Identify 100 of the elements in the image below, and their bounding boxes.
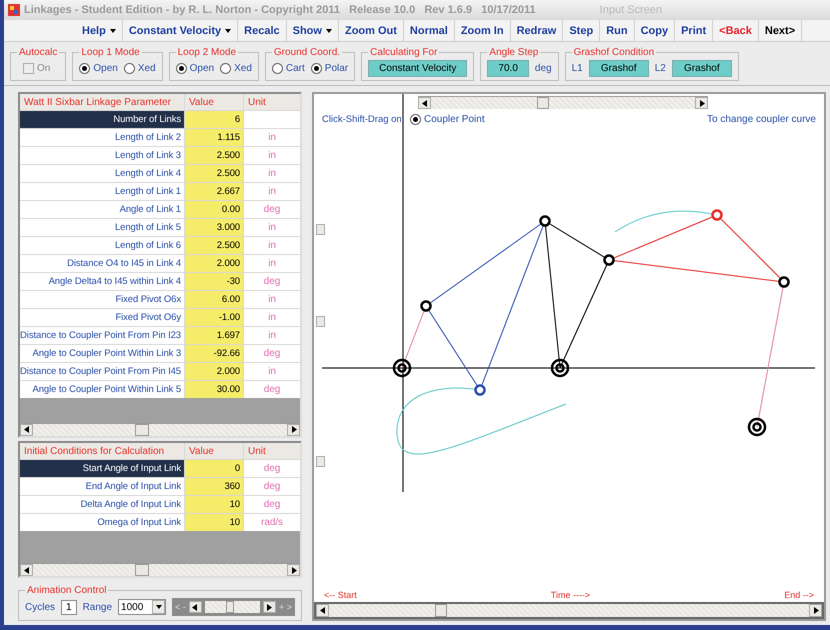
cycles-field[interactable]: 1 <box>61 600 77 614</box>
value-cell[interactable]: 30.00 <box>185 381 243 398</box>
radio-button[interactable] <box>272 62 283 74</box>
value-cell[interactable]: 2.500 <box>185 165 243 182</box>
parameter-cell[interactable]: Angle to Coupler Point Within Link 3 <box>20 345 184 362</box>
radio-button[interactable] <box>124 62 135 74</box>
parameter-cell[interactable]: Length of Link 5 <box>20 219 184 236</box>
group-title: Loop 2 Mode <box>176 46 238 58</box>
pivot-icon[interactable] <box>550 358 570 378</box>
pivot-icon[interactable] <box>748 418 766 436</box>
parameter-cell[interactable]: Number of Links <box>20 111 184 128</box>
unit-cell: in <box>244 147 300 164</box>
value-cell[interactable]: -92.66 <box>185 345 243 362</box>
value-cell[interactable]: 2.000 <box>185 255 243 272</box>
menu-button[interactable]: Constant Velocity <box>122 20 238 41</box>
pivot-icon[interactable] <box>539 215 551 227</box>
parameter-cell[interactable]: Length of Link 4 <box>20 165 184 182</box>
value-cell[interactable]: -30 <box>185 273 243 290</box>
parameter-cell[interactable]: Length of Link 1 <box>20 183 184 200</box>
right-arrow-icon <box>812 607 818 614</box>
radio-option[interactable]: Cart <box>272 62 305 74</box>
value-cell[interactable]: 1.697 <box>185 327 243 344</box>
value-cell[interactable]: 2.667 <box>185 183 243 200</box>
parameter-cell[interactable]: Length of Link 3 <box>20 147 184 164</box>
parameter-cell[interactable]: Length of Link 2 <box>20 129 184 146</box>
menu-button[interactable]: <Back <box>713 20 759 41</box>
radio-button[interactable] <box>410 114 421 124</box>
menu-button[interactable]: Step <box>563 20 600 41</box>
value-cell[interactable]: 10 <box>185 514 243 531</box>
menu-button[interactable]: Zoom In <box>454 20 511 41</box>
pivot-icon[interactable] <box>420 300 432 312</box>
right-arrow-icon <box>290 566 296 574</box>
value-cell[interactable]: 2.500 <box>185 237 243 254</box>
column-header: Unit <box>244 442 300 459</box>
radio-button[interactable] <box>176 62 187 74</box>
left-arrow-icon <box>320 607 326 614</box>
parameter-cell[interactable]: Distance O4 to I45 in Link 4 <box>20 255 184 272</box>
value-cell[interactable]: 0.00 <box>185 201 243 218</box>
scrollbar[interactable] <box>20 563 300 576</box>
radio-option[interactable]: Coupler Point <box>410 114 485 124</box>
menu-button[interactable]: Redraw <box>510 20 564 41</box>
parameter-cell[interactable]: Angle Delta4 to I45 within Link 4 <box>20 273 184 290</box>
radio-option[interactable]: Polar <box>310 62 348 74</box>
value-cell[interactable]: 1.115 <box>185 129 243 146</box>
parameter-cell[interactable]: Fixed Pivot O6x <box>20 291 184 308</box>
scroll-thumb[interactable] <box>134 564 149 576</box>
parameter-cell[interactable]: Angle to Coupler Point Within Link 5 <box>20 381 184 398</box>
value-cell[interactable]: -1.00 <box>185 309 243 326</box>
pivot-icon[interactable] <box>603 254 615 266</box>
value-cell[interactable]: 6.00 <box>185 291 243 308</box>
pivot-icon[interactable] <box>392 358 412 378</box>
menu-button[interactable]: Normal <box>404 20 455 41</box>
radio-option[interactable]: Xed <box>124 62 156 74</box>
parameter-cell[interactable]: Distance to Coupler Point From Pin I23 <box>20 327 184 344</box>
angle-step-field[interactable]: 70.0 <box>487 60 529 76</box>
left-arrow-icon <box>24 426 30 434</box>
value-cell[interactable]: 2.500 <box>185 147 243 164</box>
menu-button[interactable]: Help <box>76 20 123 41</box>
menu-button[interactable]: Next> <box>758 20 802 41</box>
value-cell[interactable]: 6 <box>185 111 243 128</box>
left-arrow-icon <box>422 100 428 106</box>
parameter-cell[interactable]: Distance to Coupler Point From Pin I45 <box>20 363 184 380</box>
parameter-cell[interactable]: Fixed Pivot O6y <box>20 309 184 326</box>
pivot-icon[interactable] <box>474 384 486 396</box>
time-label: Time ----> <box>550 590 590 600</box>
scrollbar[interactable] <box>314 602 824 619</box>
parameter-cell[interactable]: Angle of Link 1 <box>20 201 184 218</box>
parameter-cell[interactable]: End Angle of Input Link <box>20 478 184 495</box>
scrollbar[interactable] <box>20 422 300 436</box>
scrollbar[interactable] <box>418 96 708 109</box>
radio-button[interactable] <box>310 62 322 74</box>
radio-option[interactable]: Open <box>79 62 118 74</box>
value-cell[interactable]: 360 <box>185 478 243 495</box>
menu-button[interactable]: Recalc <box>238 20 287 41</box>
pivot-icon[interactable] <box>778 276 790 288</box>
value-cell[interactable]: 2.000 <box>185 363 243 380</box>
unit-cell: in <box>244 165 300 182</box>
parameter-cell[interactable]: Start Angle of Input Link <box>20 460 184 477</box>
parameter-cell[interactable]: Length of Link 6 <box>20 237 184 254</box>
unit-cell: deg <box>244 478 300 495</box>
menu-button[interactable]: Zoom Out <box>338 20 404 41</box>
value-cell[interactable]: 3.000 <box>185 219 243 236</box>
radio-button[interactable] <box>220 62 232 74</box>
scroll-thumb[interactable] <box>134 424 149 436</box>
parameter-cell[interactable]: Delta Angle of Input Link <box>20 496 184 513</box>
scroll-thumb[interactable] <box>536 97 549 109</box>
slider-thumb[interactable] <box>226 601 234 613</box>
radio-option[interactable]: Open <box>176 62 214 74</box>
value-cell[interactable]: 10 <box>185 496 243 513</box>
value-cell[interactable]: 0 <box>185 460 243 477</box>
parameter-cell[interactable]: Omega of Input Link <box>20 514 184 531</box>
menu-button[interactable]: Print <box>675 20 714 41</box>
radio-button[interactable] <box>79 62 90 74</box>
unit-cell <box>244 111 300 128</box>
scroll-thumb[interactable] <box>434 604 447 617</box>
menu-button[interactable]: Show <box>286 20 339 41</box>
menu-button[interactable]: Copy <box>634 20 676 41</box>
menu-button[interactable]: Run <box>600 20 635 41</box>
radio-option[interactable]: Xed <box>220 62 252 74</box>
range-dropdown[interactable]: 1000 <box>118 599 166 615</box>
